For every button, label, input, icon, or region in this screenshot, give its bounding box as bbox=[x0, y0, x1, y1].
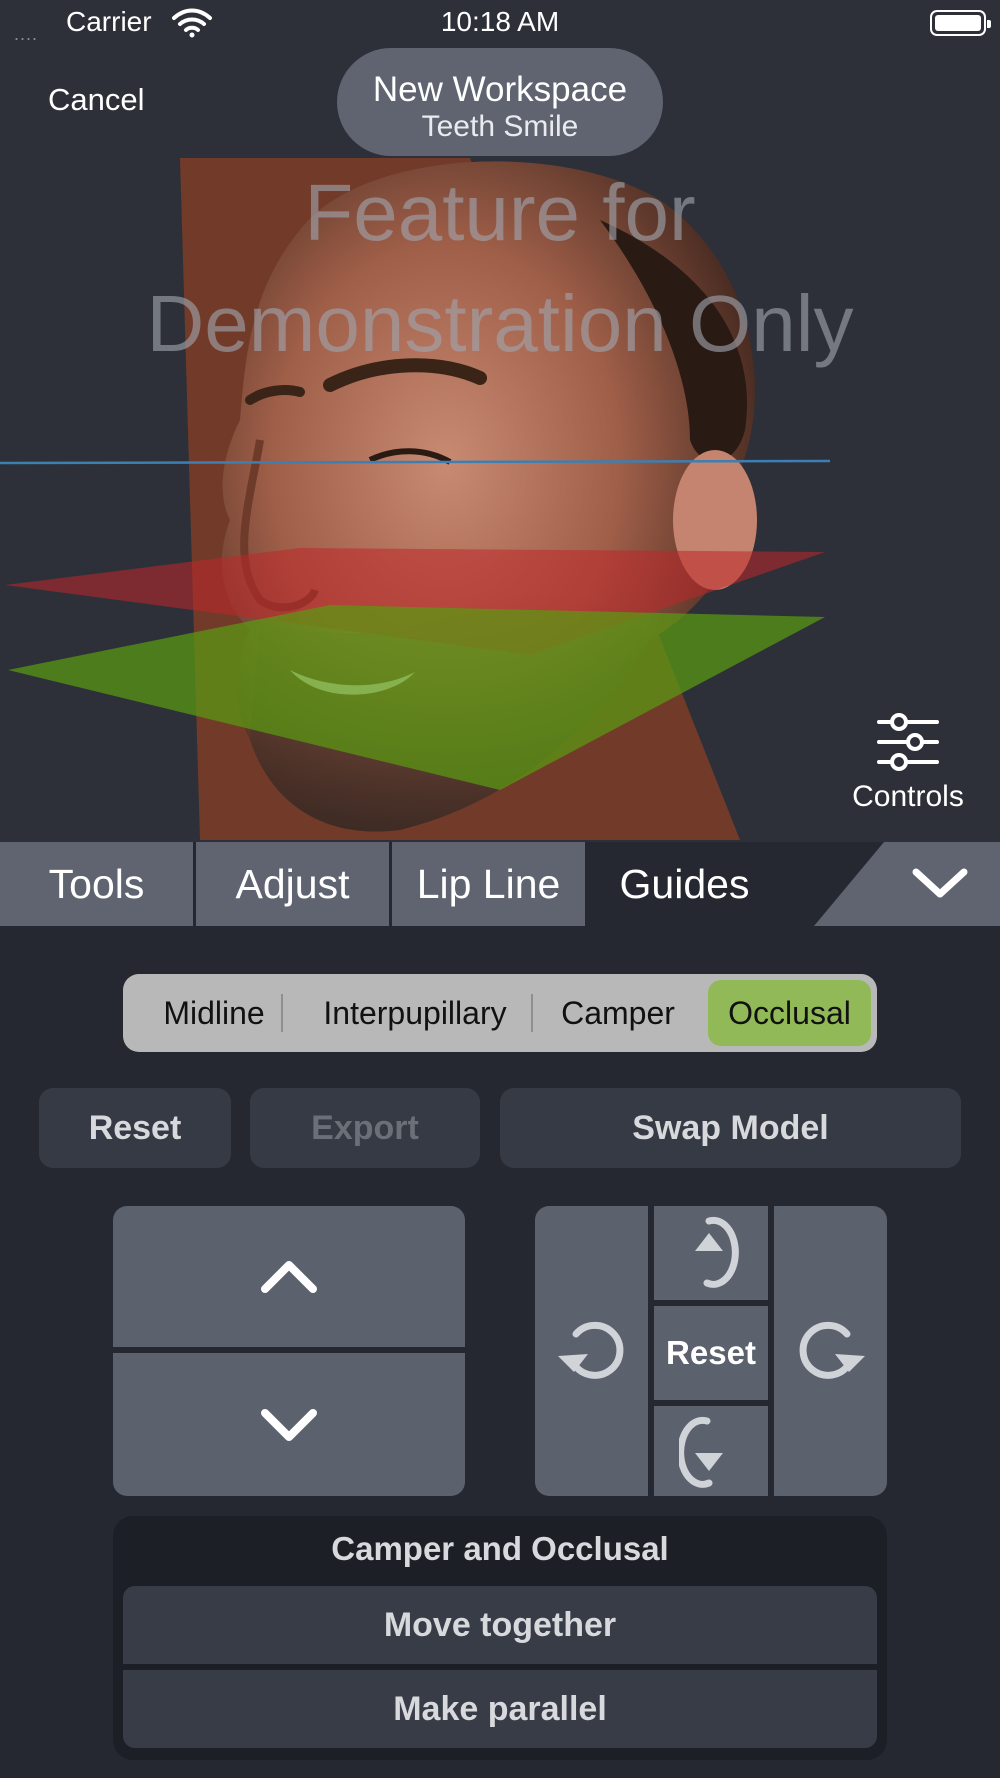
tilt-forward-button[interactable] bbox=[654, 1206, 768, 1300]
rotation-reset-button[interactable]: Reset bbox=[654, 1306, 768, 1400]
collapse-tab-shape bbox=[814, 842, 1000, 926]
move-together-button[interactable]: Move together bbox=[123, 1586, 877, 1664]
chevron-up-icon bbox=[261, 1260, 317, 1293]
move-pad bbox=[113, 1206, 465, 1496]
rotate-clockwise-icon bbox=[799, 1321, 865, 1379]
rotate-left-button[interactable] bbox=[535, 1206, 648, 1496]
move-up-button[interactable] bbox=[113, 1206, 465, 1347]
guide-segmented-control: Midline Interpupillary Camper Occlusal bbox=[123, 974, 877, 1052]
watermark-line-1: Feature for bbox=[304, 168, 696, 257]
camper-occlusal-title: Camper and Occlusal bbox=[331, 1530, 669, 1567]
make-parallel-button[interactable]: Make parallel bbox=[123, 1670, 877, 1748]
battery-level bbox=[935, 15, 981, 31]
export-button[interactable]: Export bbox=[250, 1088, 480, 1168]
segment-occlusal[interactable]: Occlusal bbox=[708, 980, 871, 1046]
workspace-subtitle: Teeth Smile bbox=[421, 110, 579, 143]
battery-nub bbox=[987, 20, 991, 28]
sliders-icon bbox=[877, 713, 939, 771]
tilt-back-button[interactable] bbox=[654, 1406, 768, 1496]
rotate-down-icon bbox=[679, 1416, 723, 1488]
rotate-pad: Reset bbox=[535, 1206, 887, 1496]
segment-camper[interactable]: Camper bbox=[535, 980, 701, 1046]
move-down-button[interactable] bbox=[113, 1353, 465, 1496]
workspace-title: New Workspace bbox=[372, 70, 628, 109]
tab-lip-line[interactable]: Lip Line bbox=[392, 842, 585, 926]
rotate-up-icon bbox=[695, 1216, 739, 1288]
collapse-panel-button[interactable] bbox=[814, 842, 1000, 926]
tab-adjust[interactable]: Adjust bbox=[196, 842, 389, 926]
segment-interpupillary[interactable]: Interpupillary bbox=[295, 980, 535, 1046]
segment-divider bbox=[531, 994, 533, 1032]
rotate-right-button[interactable] bbox=[774, 1206, 887, 1496]
tab-guides[interactable]: Guides bbox=[588, 842, 781, 926]
tab-bar: Tools Adjust Lip Line Guides bbox=[0, 842, 1000, 926]
status-bar: .... Carrier 10:18 AM bbox=[0, 0, 1000, 48]
controls-button[interactable]: Controls bbox=[828, 712, 988, 830]
watermark-line-2: Demonstration Only bbox=[146, 279, 854, 368]
rotate-counterclockwise-icon bbox=[557, 1321, 623, 1379]
workspace-title-pill[interactable]: New Workspace Teeth Smile bbox=[337, 48, 663, 156]
segment-midline[interactable]: Midline bbox=[133, 980, 295, 1046]
controls-label: Controls bbox=[852, 780, 964, 813]
status-time: 10:18 AM bbox=[440, 6, 560, 37]
battery-icon bbox=[930, 10, 991, 36]
cancel-button[interactable]: Cancel bbox=[48, 82, 145, 118]
reset-button[interactable]: Reset bbox=[39, 1088, 231, 1168]
camper-occlusal-panel: Camper and Occlusal Move together Make p… bbox=[113, 1516, 887, 1760]
chevron-down-icon bbox=[261, 1408, 317, 1441]
segment-divider bbox=[281, 994, 283, 1032]
tab-tools[interactable]: Tools bbox=[0, 842, 193, 926]
swap-model-button[interactable]: Swap Model bbox=[500, 1088, 961, 1168]
model-viewport[interactable]: Feature for Demonstration Only .... Carr… bbox=[0, 0, 1000, 842]
